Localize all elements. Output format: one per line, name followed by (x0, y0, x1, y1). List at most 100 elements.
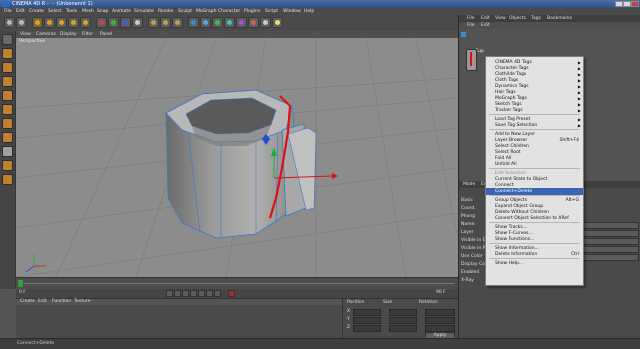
minimize-button[interactable] (615, 1, 623, 7)
object-axis-icon[interactable] (2, 62, 13, 73)
prev-key-button[interactable] (174, 290, 181, 297)
cube-object-icon[interactable] (188, 17, 199, 28)
attr-name-field[interactable] (579, 222, 639, 229)
attr-row-phong[interactable]: Phong (461, 214, 475, 220)
coord-rot-p-field[interactable] (425, 317, 455, 324)
checker-snap-icon[interactable] (2, 146, 13, 157)
workplane-icon[interactable] (2, 90, 13, 101)
scene-object-icon[interactable] (248, 17, 259, 28)
menu-window[interactable]: Window (283, 8, 301, 15)
context-menu-item[interactable]: Unfold All (486, 161, 583, 168)
y-axis-lock-icon[interactable] (108, 17, 119, 28)
material-menu-texture[interactable]: Texture (74, 299, 90, 305)
material-menu-create[interactable]: Create (20, 299, 35, 305)
coord-pos-z-field[interactable] (353, 325, 381, 332)
context-menu-item[interactable]: Convert Object Selection to XRef (486, 215, 583, 222)
om-tab-view[interactable]: View (495, 15, 506, 22)
render-view-icon[interactable] (148, 17, 159, 28)
menu-help[interactable]: Help (304, 8, 314, 15)
deformer-object-icon[interactable] (236, 17, 247, 28)
next-frame-button[interactable] (198, 290, 205, 297)
om-tab-edit[interactable]: Edit (481, 15, 490, 22)
attr-row-basic[interactable]: Basic (461, 198, 473, 204)
x-axis-lock-icon[interactable] (96, 17, 107, 28)
edges-mode-icon[interactable] (2, 118, 13, 129)
move-tool-icon[interactable] (44, 17, 55, 28)
context-menu-item[interactable]: Connect+Delete (486, 188, 583, 195)
material-menu-function[interactable]: Function (52, 299, 71, 305)
coord-size-x-field[interactable] (389, 309, 417, 316)
record-button[interactable] (228, 290, 235, 297)
next-key-button[interactable] (206, 290, 213, 297)
menu-select[interactable]: Select (48, 8, 62, 15)
attr-row-coord[interactable]: Coord. (461, 206, 476, 212)
menu-edit[interactable]: Edit (16, 8, 25, 15)
model-mode-icon[interactable] (2, 48, 13, 59)
om-tab-objects[interactable]: Objects (509, 15, 526, 22)
spline-object-icon[interactable] (200, 17, 211, 28)
menu-snap[interactable]: Snap (97, 8, 108, 15)
recent-tools-icon[interactable] (80, 17, 91, 28)
context-menu-item[interactable]: Tracker Tags ▶ (486, 107, 583, 114)
viewport-menu-display[interactable]: Display (60, 31, 77, 38)
coord-rot-h-field[interactable] (425, 309, 455, 316)
context-menu-item[interactable]: Delete Information Ctrl (486, 251, 583, 258)
menu-animate[interactable]: Animate (112, 8, 131, 15)
menu-tools[interactable]: Tools (66, 8, 77, 15)
polygons-mode-icon[interactable] (2, 132, 13, 143)
array-object-icon[interactable] (224, 17, 235, 28)
coord-rot-b-field[interactable] (425, 325, 455, 332)
context-menu-item[interactable]: Show Help... (486, 260, 583, 267)
attr-visible-renderer-field[interactable] (579, 246, 639, 253)
menu-render[interactable]: Render (158, 8, 174, 15)
prev-frame-button[interactable] (182, 290, 189, 297)
viewport-menu-filter[interactable]: Filter (82, 31, 93, 38)
cup-object-thumbnail[interactable] (466, 49, 477, 71)
go-to-end-button[interactable] (214, 290, 221, 297)
render-to-picture-viewer-icon[interactable] (160, 17, 171, 28)
attr-use-color-field[interactable] (579, 254, 639, 261)
close-button[interactable] (631, 1, 639, 7)
coord-size-y-field[interactable] (389, 317, 417, 324)
menu-mograph[interactable]: MoGraph (196, 8, 216, 15)
z-axis-lock-icon[interactable] (120, 17, 131, 28)
3d-viewport[interactable]: Perspective (16, 38, 458, 277)
om-menu-edit[interactable]: Edit (481, 22, 490, 29)
am-tab-mode[interactable]: Mode (463, 181, 475, 188)
om-menu-file[interactable]: File (467, 22, 475, 29)
om-tab-file[interactable]: File (467, 15, 475, 22)
menu-simulate[interactable]: Simulate (134, 8, 154, 15)
context-menu-item[interactable]: Save Tag Selection ▶ (486, 122, 583, 129)
camera-object-icon[interactable] (260, 17, 271, 28)
viewport-menu-cameras[interactable]: Cameras (36, 31, 56, 38)
attr-visible-editor-field[interactable] (579, 238, 639, 245)
nurbs-object-icon[interactable] (212, 17, 223, 28)
coord-pos-y-field[interactable] (353, 317, 381, 324)
enable-axis-icon[interactable] (2, 160, 13, 171)
menu-sculpt[interactable]: Sculpt (178, 8, 192, 15)
make-editable-icon[interactable] (2, 34, 13, 45)
maximize-button[interactable] (623, 1, 631, 7)
om-tab-bookmarks[interactable]: Bookmarks (547, 15, 572, 22)
live-selection-tool-icon[interactable] (32, 17, 43, 28)
go-to-start-button[interactable] (166, 290, 173, 297)
texture-mode-icon[interactable] (2, 76, 13, 87)
scale-tool-icon[interactable] (56, 17, 67, 28)
menu-script[interactable]: Script (265, 8, 278, 15)
coordinate-system-icon[interactable] (132, 17, 143, 28)
context-menu-item[interactable]: Show Functions... (486, 236, 583, 243)
viewport-menu-view[interactable]: View (20, 31, 31, 38)
play-button[interactable] (190, 290, 197, 297)
undo-button[interactable] (4, 17, 15, 28)
tweak-mode-icon[interactable] (2, 174, 13, 185)
rotate-tool-icon[interactable] (68, 17, 79, 28)
coord-pos-x-field[interactable] (353, 309, 381, 316)
render-settings-icon[interactable] (172, 17, 183, 28)
menu-file[interactable]: File (4, 8, 12, 15)
material-menu-edit[interactable]: Edit (38, 299, 47, 305)
menu-plugins[interactable]: Plugins (244, 8, 260, 15)
menu-mesh[interactable]: Mesh (82, 8, 94, 15)
om-tab-tags[interactable]: Tags (531, 15, 541, 22)
viewport-menu-panel[interactable]: Panel (100, 31, 112, 38)
menu-character[interactable]: Character (218, 8, 240, 15)
